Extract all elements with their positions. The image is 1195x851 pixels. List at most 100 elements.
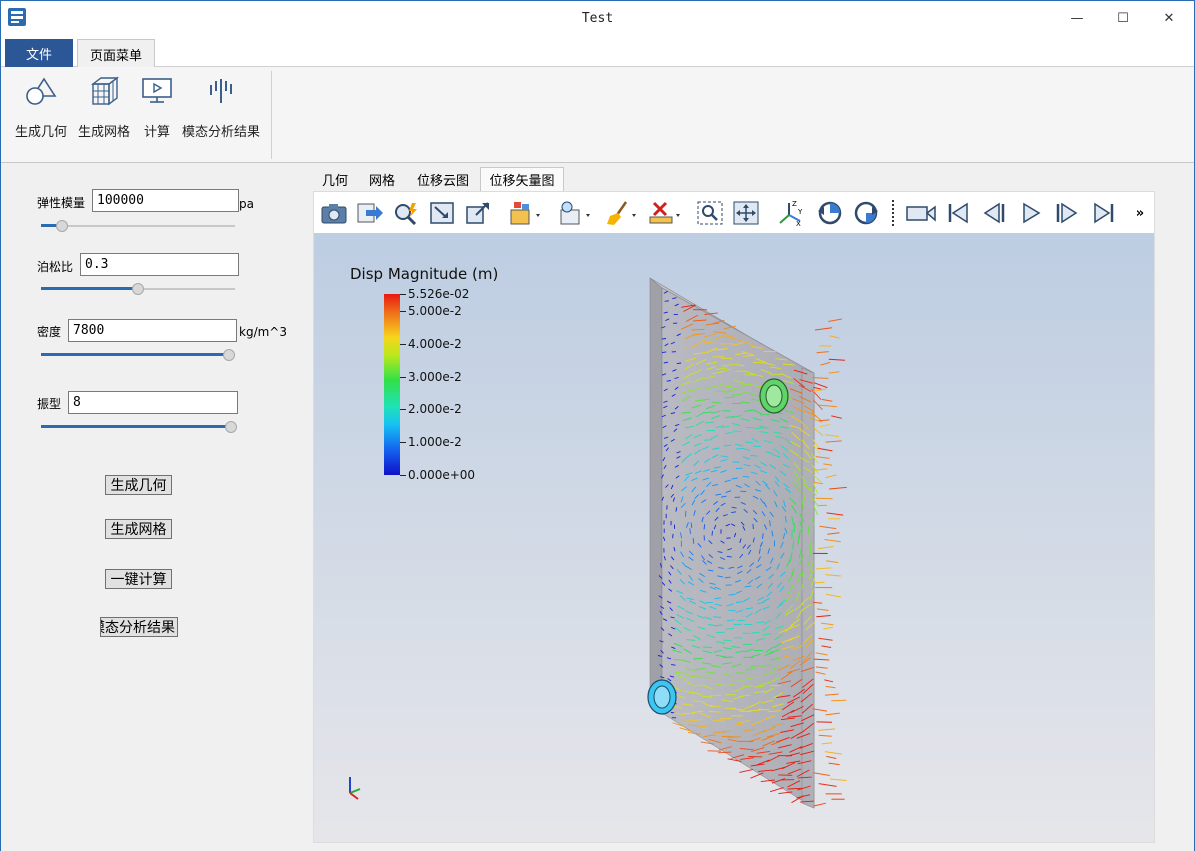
slider-handle[interactable] (223, 349, 235, 361)
reset-camera-icon[interactable] (427, 199, 457, 227)
density-slider[interactable] (41, 349, 235, 361)
vector-arrow (813, 427, 824, 437)
ribbon-label: 生成几何 (15, 125, 68, 140)
ribbon-panel: 生成几何 生成网格 计算 模态分析结果 (1, 67, 1194, 163)
vector-arrow (813, 386, 822, 390)
tab-file[interactable]: 文件 (5, 39, 73, 67)
vector-arrow (815, 456, 830, 459)
vector-arrow (820, 361, 831, 366)
vector-arrow (828, 762, 840, 766)
fit-zoom-icon[interactable] (463, 199, 493, 227)
broom-clear-icon[interactable] (603, 199, 639, 227)
tab-mesh[interactable]: 网格 (359, 167, 405, 191)
vector-arrow (735, 467, 743, 470)
light-bulb-dropdown-icon[interactable] (557, 199, 593, 227)
vector-arrow (676, 362, 682, 365)
vector-arrow (693, 657, 703, 660)
slider-handle[interactable] (225, 421, 237, 433)
axes-orientation-icon[interactable]: ZYX (776, 199, 806, 227)
ribbon-compute-button[interactable]: 计算 (137, 73, 177, 140)
poisson-ratio-slider[interactable] (41, 283, 235, 295)
export-arrow-icon[interactable] (355, 199, 385, 227)
vector-arrow (819, 525, 837, 530)
status-bar (1, 845, 1194, 851)
vector-arrow (825, 440, 842, 443)
rotate-ccw-icon[interactable] (815, 199, 845, 227)
vector-arrow (828, 358, 845, 361)
vector-arrow (825, 685, 836, 689)
video-camera-icon[interactable] (904, 199, 938, 227)
camera-screenshot-icon[interactable] (319, 199, 349, 227)
elastic-modulus-input[interactable] (92, 189, 239, 212)
maximize-button[interactable]: ☐ (1100, 1, 1146, 35)
ribbon-label: 生成网格 (78, 125, 131, 140)
first-frame-icon[interactable] (943, 199, 973, 227)
vector-arrow (661, 338, 667, 340)
elastic-modulus-label: 弹性模量 (37, 196, 86, 210)
vector-arrow (824, 751, 842, 755)
parameter-panel: 弹性模量 pa 泊松比 密度 kg/m^3 振型 生成几何 生成网格 一键计算 … (5, 165, 309, 845)
vector-arrow (821, 645, 832, 648)
vector-arrow (817, 447, 833, 452)
vector-arrow (750, 455, 758, 457)
vector-arrow (743, 656, 754, 659)
generate-mesh-button[interactable]: 生成网格 (105, 519, 172, 539)
generate-geometry-button[interactable]: 生成几何 (105, 475, 172, 495)
density-input[interactable] (68, 319, 237, 342)
vector-arrow (827, 532, 840, 535)
next-frame-icon[interactable] (1052, 199, 1082, 227)
elastic-modulus-unit: pa (239, 197, 254, 211)
zoom-box-icon[interactable] (695, 199, 725, 227)
mode-shape-label: 振型 (37, 397, 62, 411)
tab-displacement-contour[interactable]: 位移云图 (409, 167, 477, 191)
minimize-button[interactable]: — (1054, 1, 1100, 35)
ruler-delete-icon[interactable] (647, 199, 683, 227)
vector-arrow (673, 659, 684, 661)
ribbon-label: 计算 (143, 125, 170, 140)
displacement-vector-model (349, 277, 847, 809)
vector-arrow (692, 538, 695, 544)
play-icon[interactable] (1016, 199, 1046, 227)
mode-shape-slider[interactable] (41, 421, 237, 433)
vector-arrow (812, 708, 828, 712)
vector-arrow (824, 693, 839, 696)
vector-arrow (720, 357, 733, 360)
vector-arrow (750, 665, 761, 667)
render-viewport[interactable]: Disp Magnitude (m) 5.526e-02 5.000e-2 4.00… (313, 233, 1155, 843)
pick-zoom-icon[interactable] (391, 199, 421, 227)
last-frame-icon[interactable] (1089, 199, 1119, 227)
previous-frame-icon[interactable] (979, 199, 1009, 227)
one-click-compute-button[interactable]: 一键计算 (105, 569, 172, 589)
vector-arrow (769, 684, 782, 687)
vector-arrow (812, 377, 829, 379)
ribbon-generate-geometry-button[interactable]: 生成几何 (15, 73, 67, 140)
tab-page-menu[interactable]: 页面菜单 (77, 39, 155, 68)
vector-arrow (824, 434, 839, 437)
pan-move-icon[interactable] (731, 199, 761, 227)
vector-arrow (813, 658, 830, 661)
vector-arrow (816, 608, 829, 611)
vector-arrow (824, 539, 841, 543)
elastic-modulus-slider[interactable] (41, 220, 235, 232)
ribbon-generate-mesh-button[interactable]: 生成网格 (78, 73, 130, 140)
toolbar-overflow-button[interactable]: » (1130, 199, 1150, 227)
modal-result-button[interactable]: 模态分析结果 (100, 617, 178, 637)
slider-handle[interactable] (56, 220, 68, 232)
vector-arrow (754, 427, 764, 429)
tab-geometry[interactable]: 几何 (313, 167, 357, 191)
color-blocks-dropdown-icon[interactable] (507, 199, 543, 227)
vector-arrow (826, 755, 837, 759)
ribbon-modal-result-button[interactable]: 模态分析结果 (182, 73, 260, 140)
vector-arrow (703, 439, 713, 441)
tab-displacement-vector[interactable]: 位移矢量图 (480, 167, 564, 191)
vector-arrow (815, 581, 825, 584)
poisson-ratio-input[interactable] (80, 253, 239, 276)
slider-fill (41, 425, 231, 428)
slider-handle[interactable] (132, 283, 144, 295)
slider-track (41, 225, 235, 227)
mode-shape-input[interactable] (68, 391, 238, 414)
close-button[interactable]: ✕ (1146, 1, 1192, 35)
vector-arrow (818, 546, 834, 550)
vector-arrow (828, 371, 840, 374)
rotate-cw-icon[interactable] (851, 199, 881, 227)
